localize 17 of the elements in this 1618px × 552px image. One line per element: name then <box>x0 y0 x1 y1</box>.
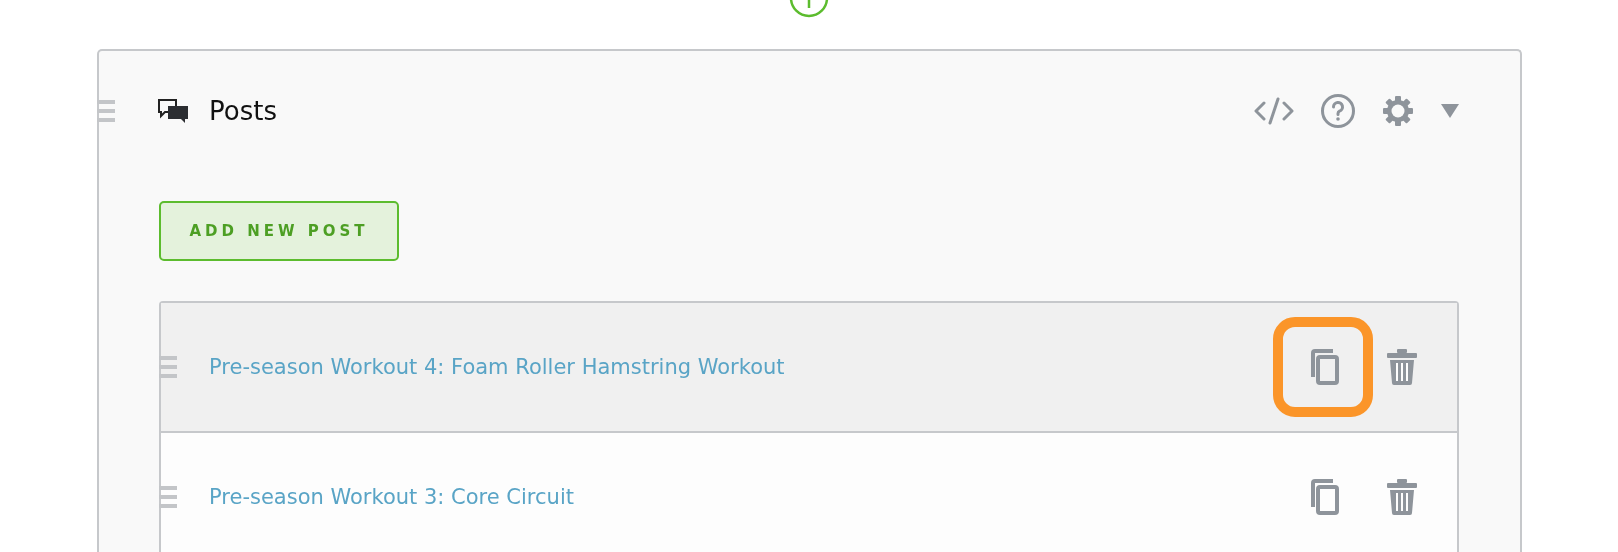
drag-handle-icon[interactable] <box>159 355 177 379</box>
duplicate-button[interactable] <box>1273 317 1373 417</box>
delete-icon[interactable] <box>1387 479 1417 515</box>
code-icon[interactable] <box>1254 97 1294 125</box>
dropdown-caret-icon[interactable] <box>1440 103 1460 119</box>
help-icon[interactable] <box>1320 93 1356 129</box>
panel-title: Posts <box>209 96 278 126</box>
chat-bubbles-icon <box>157 98 189 124</box>
settings-icon[interactable] <box>1382 95 1414 127</box>
post-row[interactable]: Pre-season Workout 4: Foam Roller Hamstring Workout <box>161 303 1457 433</box>
drag-handle-icon[interactable] <box>97 99 115 123</box>
post-title-link[interactable]: Pre-season Workout 4: Foam Roller Hamstring Workout <box>209 355 1273 379</box>
delete-icon[interactable] <box>1387 349 1417 385</box>
drag-handle-icon[interactable] <box>159 485 177 509</box>
post-title-link[interactable]: Pre-season Workout 3: Core Circuit <box>209 485 1273 509</box>
post-row[interactable]: Pre-season Workout 3: Core Circuit <box>161 433 1457 552</box>
add-new-post-button[interactable]: ADD NEW POST <box>159 201 399 261</box>
